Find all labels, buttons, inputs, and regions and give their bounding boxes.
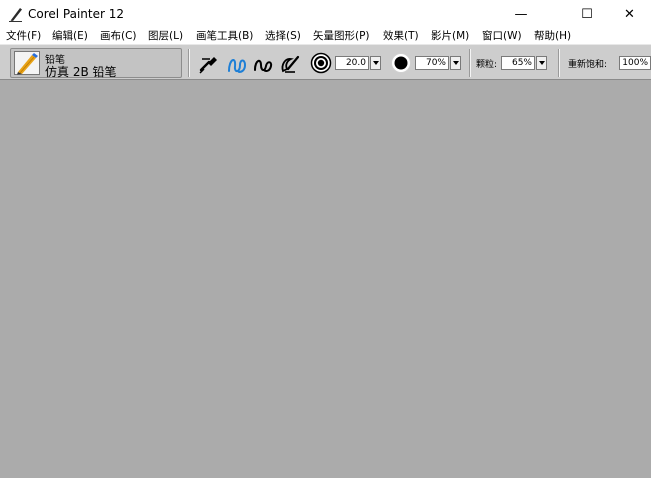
grain-dropdown[interactable]: [536, 56, 547, 70]
menu-file[interactable]: 文件(F): [6, 29, 41, 43]
separator: [188, 49, 190, 77]
brush-selector[interactable]: 铅笔 仿真 2B 铅笔: [10, 48, 182, 79]
painter-window: Corel Painter 12 — ☐ ✕ 文件(F) 编辑(E) 画布(C)…: [0, 0, 651, 478]
stroke-curve-icon[interactable]: [226, 53, 248, 75]
menu-window[interactable]: 窗口(W): [482, 29, 522, 43]
property-bar: 铅笔 仿真 2B 铅笔 20.0 70% 颗粒: 65% 重新饱和: 100%: [0, 44, 651, 80]
menu-bar: 文件(F) 编辑(E) 画布(C) 图层(L) 画笔工具(B) 选择(S) 矢量…: [0, 28, 651, 44]
menu-edit[interactable]: 编辑(E): [52, 29, 88, 43]
resaturation-label: 重新饱和:: [568, 60, 608, 70]
menu-select[interactable]: 选择(S): [265, 29, 301, 43]
brush-tracking-icon[interactable]: [279, 53, 301, 75]
brush-variant-label: 仿真 2B 铅笔: [45, 65, 117, 79]
opacity-field[interactable]: 70%: [415, 56, 449, 70]
window-title: Corel Painter 12: [28, 7, 125, 21]
size-target-icon[interactable]: [310, 52, 332, 74]
menu-brush-tools[interactable]: 画笔工具(B): [196, 29, 253, 43]
grain-label: 颗粒:: [476, 60, 498, 70]
dropper-brush-icon[interactable]: [198, 53, 220, 75]
resaturation-field[interactable]: 100%: [619, 56, 651, 70]
separator: [469, 49, 471, 77]
menu-help[interactable]: 帮助(H): [534, 29, 571, 43]
separator: [558, 49, 560, 77]
workspace-area[interactable]: [0, 80, 651, 478]
pencil-brush-icon: [14, 51, 40, 75]
opacity-dot-icon[interactable]: [390, 52, 412, 74]
size-dropdown[interactable]: [370, 56, 381, 70]
grain-field[interactable]: 65%: [501, 56, 535, 70]
menu-movie[interactable]: 影片(M): [431, 29, 469, 43]
menu-canvas[interactable]: 画布(C): [100, 29, 137, 43]
minimize-button[interactable]: —: [498, 0, 544, 28]
maximize-button[interactable]: ☐: [564, 0, 610, 28]
stroke-loop-icon[interactable]: [252, 53, 274, 75]
close-button[interactable]: ✕: [608, 0, 651, 28]
opacity-dropdown[interactable]: [450, 56, 461, 70]
menu-shapes[interactable]: 矢量图形(P): [313, 29, 370, 43]
menu-layers[interactable]: 图层(L): [148, 29, 183, 43]
size-field[interactable]: 20.0: [335, 56, 369, 70]
pencil-logo-icon: [9, 8, 22, 22]
title-bar: Corel Painter 12 — ☐ ✕: [0, 0, 651, 28]
menu-effects[interactable]: 效果(T): [383, 29, 419, 43]
